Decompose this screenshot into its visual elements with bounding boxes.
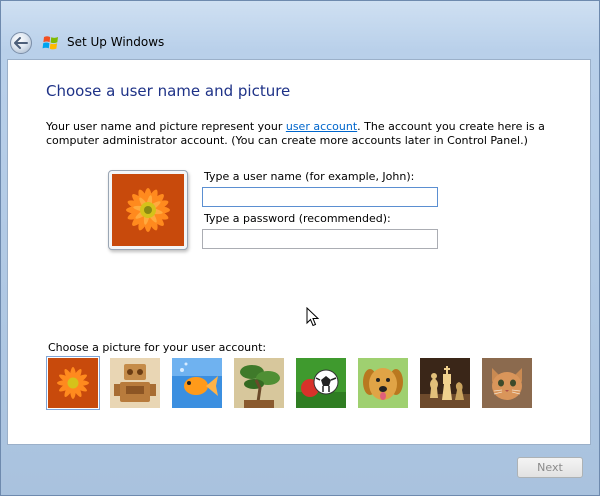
fish-picture-icon xyxy=(172,358,222,408)
next-button[interactable]: Next xyxy=(517,457,583,478)
password-label: Type a password (recommended): xyxy=(204,212,391,225)
picture-option-soccer-ball[interactable] xyxy=(296,358,346,408)
selected-user-picture xyxy=(108,170,188,250)
content-panel: Choose a user name and picture Your user… xyxy=(7,59,591,445)
next-button-label: Next xyxy=(537,461,563,474)
flower-picture-icon xyxy=(112,174,184,246)
user-account-link[interactable]: user account xyxy=(286,120,357,133)
back-arrow-icon xyxy=(14,37,28,49)
description: Your user name and picture represent you… xyxy=(46,120,566,148)
description-text-1: Your user name and picture represent you… xyxy=(46,120,286,133)
picture-option-flower[interactable] xyxy=(46,356,100,410)
username-input[interactable] xyxy=(202,187,438,207)
soccer-ball-picture-icon xyxy=(296,358,346,408)
window-title: Set Up Windows xyxy=(67,35,165,49)
mouse-pointer-icon xyxy=(306,307,320,327)
bonsai-picture-icon xyxy=(234,358,284,408)
title-bar: Set Up Windows xyxy=(1,1,599,59)
username-label: Type a user name (for example, John): xyxy=(204,170,415,183)
chess-picture-icon xyxy=(420,358,470,408)
robot-picture-icon xyxy=(110,358,160,408)
back-button[interactable] xyxy=(10,32,32,54)
dog-picture-icon xyxy=(358,358,408,408)
picture-option-kitten[interactable] xyxy=(482,358,532,408)
flower-picture-icon xyxy=(48,358,98,408)
picture-option-fish[interactable] xyxy=(172,358,222,408)
kitten-picture-icon xyxy=(482,358,532,408)
picture-option-chess[interactable] xyxy=(420,358,470,408)
picture-option-bonsai[interactable] xyxy=(234,358,284,408)
windows-flag-icon xyxy=(42,36,58,50)
password-input[interactable] xyxy=(202,229,438,249)
picture-prompt: Choose a picture for your user account: xyxy=(48,341,267,354)
picture-option-robot[interactable] xyxy=(110,358,160,408)
picture-option-dog[interactable] xyxy=(358,358,408,408)
page-title: Choose a user name and picture xyxy=(46,82,291,100)
setup-window: Set Up Windows Choose a user name and pi… xyxy=(0,0,600,496)
